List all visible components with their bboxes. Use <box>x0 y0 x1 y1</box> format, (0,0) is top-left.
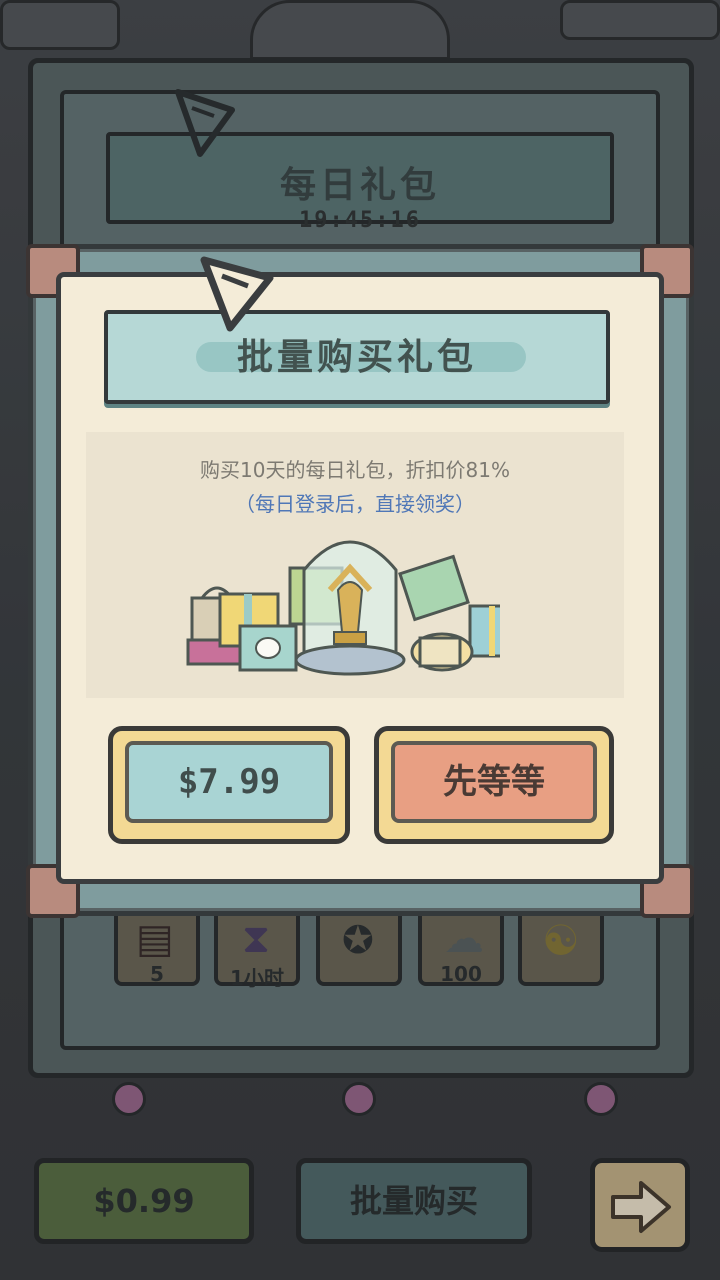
buy-bulk-price: $7.99 <box>125 741 333 823</box>
tag-icon <box>200 256 274 332</box>
dialog-title: 批量购买礼包 <box>236 337 477 378</box>
gift-pile-illustration <box>186 540 500 676</box>
bulk-description: 购买10天的每日礼包，折扣价81% <box>200 458 510 482</box>
buy-bulk-button[interactable]: $7.99 <box>108 726 350 844</box>
wait-label: 先等等 <box>391 741 597 823</box>
claim-note: （每日登录后，直接领奖） <box>235 492 475 516</box>
wait-button[interactable]: 先等等 <box>374 726 614 844</box>
